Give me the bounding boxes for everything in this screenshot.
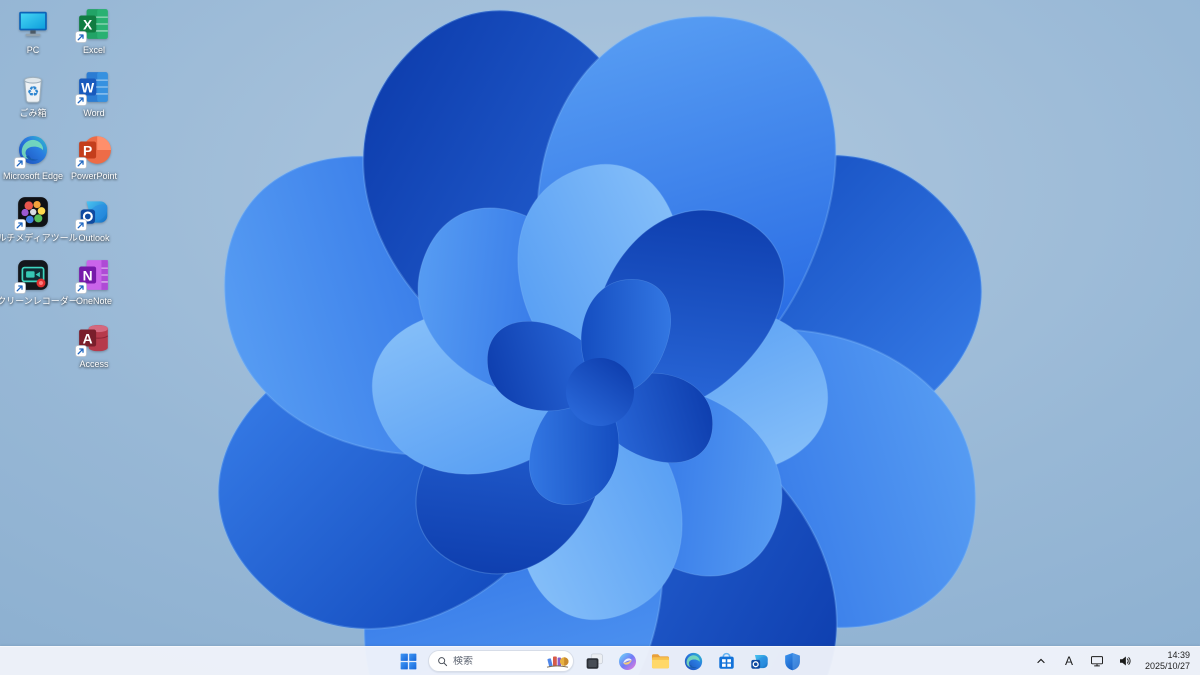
shortcut-arrow-icon [14,282,26,295]
clock[interactable]: 14:39 2025/10/27 [1141,650,1196,672]
svg-text:N: N [83,268,93,284]
multimedia-app-icon [14,195,50,232]
shortcut-arrow-icon [75,156,87,169]
desktop-icon-access[interactable]: A Access [64,321,124,369]
desktop-icon-multimedia-app[interactable]: マルチメディアツール [0,195,78,243]
volume-button[interactable] [1113,649,1137,673]
taskbar-button-security[interactable] [779,649,805,673]
access-icon: A [75,321,111,357]
desktop-icon-onenote[interactable]: N OneNote [64,258,124,306]
tray-chevron-button[interactable] [1029,649,1053,673]
svg-text:♻: ♻ [27,84,39,100]
ime-mode-button[interactable]: A [1057,649,1081,673]
desktop-icon-grid: PC X Excel ♻ ごみ箱 W Word Microsoft Edge P PowerPoi… [0,0,1200,675]
chevron-up-icon [1034,654,1048,668]
recycle-bin-icon: ♻ [16,70,50,104]
search-input[interactable] [453,655,540,667]
svg-text:P: P [83,142,92,158]
taskbar-button-start[interactable] [395,649,421,673]
taskbar-button-file-explorer[interactable] [647,649,673,673]
taskbar-button-outlook[interactable] [746,649,772,673]
taskbar-button-edge[interactable] [680,649,706,673]
start-icon [398,651,419,672]
svg-text:A: A [83,330,93,346]
desktop-icon-label: Microsoft Edge [2,170,64,181]
desktop-icon-edge[interactable]: Microsoft Edge [3,133,63,181]
desktop-icon-powerpoint[interactable]: P PowerPoint [64,133,124,181]
powerpoint-icon: P [75,133,111,169]
shortcut-arrow-icon [75,345,87,357]
desktop-icon-label: ごみ箱 [19,107,47,118]
clock-date: 2025/10/27 [1144,661,1190,671]
search-highlight-icon[interactable] [545,653,569,669]
word-icon: W [75,70,111,106]
system-tray: A 14:39 2025/10/27 [1029,647,1196,675]
taskbar-button-store[interactable] [713,649,739,673]
edge-icon [683,651,704,672]
desktop-icon-label: OneNote [75,296,113,307]
task-view-icon [584,651,605,672]
shortcut-arrow-icon [14,219,26,232]
desktop-icon-pc[interactable]: PC [3,7,63,55]
shortcut-arrow-icon [14,156,26,169]
desktop-icon-label: Outlook [78,233,110,244]
edge-icon [14,133,50,169]
volume-icon [1118,654,1132,668]
desktop-icon-label: Word [83,107,105,118]
outlook-icon [749,651,770,672]
taskbar-center-group [395,647,805,675]
desktop-icon-outlook[interactable]: Outlook [64,195,124,243]
svg-text:W: W [81,79,95,95]
shortcut-arrow-icon [75,31,87,43]
ime-mode-indicator: A [1064,654,1073,668]
svg-text:X: X [83,16,93,32]
desktop-icon-screen-recorder[interactable]: スクリーンレコーダー [0,258,78,306]
taskbar-search-box[interactable] [428,650,574,672]
pc-icon [16,7,50,41]
outlook-icon [75,195,111,232]
desktop-icon-recycle-bin[interactable]: ♻ ごみ箱 [3,70,63,118]
desktop-icon-word[interactable]: W Word [64,70,124,118]
security-icon [782,651,803,672]
taskbar-button-copilot[interactable] [614,649,640,673]
clock-time: 14:39 [1167,650,1190,660]
store-icon [716,651,737,672]
network-button[interactable] [1085,649,1109,673]
taskbar-button-task-view[interactable] [581,649,607,673]
shortcut-arrow-icon [75,219,87,232]
desktop-icon-excel[interactable]: X Excel [64,7,124,55]
desktop-icon-label: PC [26,45,40,55]
screen-recorder-icon [14,258,50,295]
shortcut-arrow-icon [75,282,87,295]
network-icon [1090,654,1104,668]
desktop-icon-label: Access [79,359,109,369]
excel-icon: X [75,7,111,43]
onenote-icon: N [75,258,111,295]
desktop-icon-label: PowerPoint [70,170,118,181]
search-icon [437,656,448,667]
copilot-icon [617,651,638,672]
taskbar: A 14:39 2025/10/27 [0,646,1200,675]
shortcut-arrow-icon [75,93,87,106]
desktop-icon-label: Excel [82,45,105,55]
file-explorer-icon [650,651,671,672]
